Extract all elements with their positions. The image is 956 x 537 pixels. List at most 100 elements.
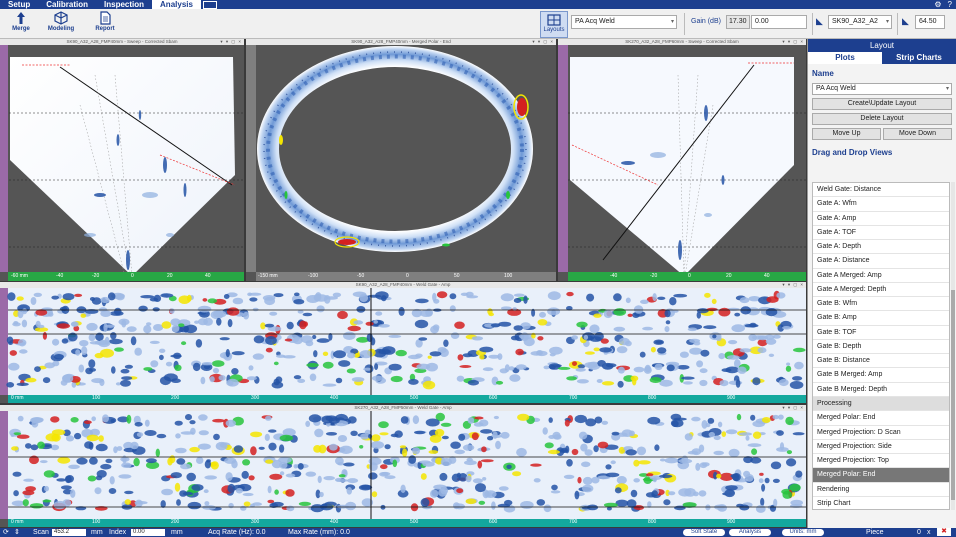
strip-scan-2[interactable]: [0, 411, 806, 519]
texture-blob: [578, 431, 588, 440]
texture-blob: [9, 350, 17, 356]
move-down-button[interactable]: Move Down: [883, 128, 952, 140]
list-item[interactable]: Rendering: [813, 483, 949, 497]
units-badge[interactable]: Units: mm: [782, 529, 824, 536]
views-list[interactable]: Weld Gate: Distance Gate A: Wfm Gate A: Am…: [812, 182, 950, 510]
strip-scan-1[interactable]: [0, 288, 806, 395]
list-item[interactable]: Gate B Merged: Depth: [813, 383, 949, 397]
texture-blob: [586, 293, 595, 302]
layout-name-select[interactable]: PA Acq Weld ▾: [812, 83, 952, 95]
scan-axis-icon[interactable]: ⇕: [14, 528, 20, 537]
gear-icon[interactable]: ⚙: [934, 0, 941, 9]
list-item[interactable]: Gate A Merged: Depth: [813, 283, 949, 298]
layout-select[interactable]: PA Acq Weld ▾: [571, 15, 677, 29]
views-list-scrollbar[interactable]: [951, 182, 955, 510]
view-sector-left[interactable]: SK90_A32_A28_FMP40mm - Sweep - Corrected…: [0, 39, 244, 281]
tick-label: 100: [92, 395, 101, 401]
texture-blob: [698, 490, 707, 497]
tab-setup[interactable]: Setup: [0, 0, 38, 9]
list-item[interactable]: Gate A Merged: Amp: [813, 269, 949, 283]
tick-label: -20: [650, 273, 658, 279]
scan-field[interactable]: 453.2: [52, 529, 86, 536]
delete-layout-button[interactable]: Delete Layout: [812, 113, 952, 125]
list-item[interactable]: Merged Projection: D Scan: [813, 426, 949, 440]
help-icon[interactable]: ?: [948, 0, 952, 9]
list-item[interactable]: Gate A: Wfm: [813, 197, 949, 212]
polar-scan[interactable]: [246, 45, 556, 281]
move-up-button[interactable]: Move Up: [812, 128, 881, 140]
merge-button[interactable]: Merge: [4, 11, 38, 38]
texture-blob: [691, 416, 701, 422]
create-update-layout-button[interactable]: Create\Update Layout: [812, 98, 952, 110]
list-item[interactable]: Gate B: Depth: [813, 340, 949, 355]
list-section-header: Processing: [813, 396, 949, 412]
tab-plots[interactable]: Plots: [808, 52, 882, 64]
texture-blob: [398, 306, 405, 316]
list-item[interactable]: Gate A: TOF: [813, 226, 949, 241]
list-item[interactable]: Merged Polar: End: [813, 411, 949, 426]
texture-blob: [120, 379, 131, 387]
list-item[interactable]: Weld Gate: Distance: [813, 183, 949, 198]
tab-analysis[interactable]: Analysis: [152, 0, 201, 9]
modeling-button[interactable]: Modeling: [44, 11, 78, 38]
texture-blob: [265, 459, 274, 464]
texture-blob: [347, 416, 357, 424]
texture-blob: [491, 501, 496, 510]
sector-scan-left[interactable]: [0, 45, 244, 281]
scan-ruler[interactable]: [8, 519, 806, 527]
tab-strip-charts[interactable]: Strip Charts: [882, 52, 956, 64]
list-item[interactable]: Merged Polar: End: [813, 468, 949, 483]
texture-blob: [407, 354, 421, 360]
texture-blob: [8, 341, 13, 345]
report-button[interactable]: Report: [88, 11, 122, 38]
strip-chart-2[interactable]: SK270_A32_A28_FMP50mm - Weld Gate - Amp …: [0, 405, 806, 527]
list-item[interactable]: Gate A: Depth: [813, 240, 949, 255]
list-item[interactable]: Gate A: Amp: [813, 212, 949, 226]
index-ruler[interactable]: [568, 272, 806, 281]
probe-select[interactable]: SK90_A32_A2 ▾: [828, 15, 892, 29]
list-item[interactable]: Strip Chart: [813, 497, 949, 509]
scrollbar-thumb[interactable]: [951, 290, 955, 500]
texture-blob: [298, 501, 311, 506]
texture-blob: [12, 471, 22, 477]
sector-scan-right[interactable]: [558, 45, 806, 281]
texture-blob: [332, 292, 342, 298]
tab-calibration[interactable]: Calibration: [38, 0, 96, 9]
texture-blob: [500, 293, 514, 302]
texture-blob: [186, 294, 192, 302]
texture-blob: [425, 418, 440, 427]
index-field[interactable]: 0.00: [131, 529, 165, 536]
layout-grid-icon: [547, 14, 561, 26]
list-item[interactable]: Gate A: Distance: [813, 254, 949, 269]
close-icon[interactable]: ✖: [937, 528, 951, 536]
angle-field[interactable]: 64.50: [915, 15, 945, 29]
list-item[interactable]: Gate B Merged: Amp: [813, 368, 949, 383]
name-label: Name: [812, 69, 834, 78]
status-bar: ⟳ ⇕ Scan 453.2 mm Index 0.00 mm Acq Rate…: [0, 528, 956, 537]
layout-toggle-icon[interactable]: [202, 0, 217, 9]
divider: [897, 13, 898, 35]
texture-blob: [40, 460, 48, 464]
list-item[interactable]: Merged Projection: Side: [813, 440, 949, 455]
texture-blob: [258, 446, 265, 450]
tick-label: -60 mm: [11, 273, 28, 279]
texture-blob: [652, 293, 657, 302]
strip-chart-1[interactable]: SK90_A32_A28_FMP40mm - Weld Gate - Amp ▾…: [0, 282, 806, 403]
texture-blob: [627, 313, 633, 317]
gain-offset-field[interactable]: 0.00: [751, 15, 807, 29]
view-sector-right[interactable]: SK270_A32_A28_FMP60mm - Sweep - Correcte…: [558, 39, 806, 281]
tick-label: 40: [764, 273, 770, 279]
texture-blob: [126, 414, 132, 424]
scan-ruler[interactable]: [8, 395, 806, 403]
texture-blob: [640, 299, 649, 304]
list-item[interactable]: Gate B: Wfm: [813, 297, 949, 312]
refresh-icon[interactable]: ⟳: [3, 528, 9, 537]
texture-blob: [186, 472, 196, 482]
list-item[interactable]: Gate B: Distance: [813, 354, 949, 369]
layouts-button[interactable]: Layouts: [540, 11, 568, 38]
list-item[interactable]: Gate B: TOF: [813, 326, 949, 340]
list-item[interactable]: Gate B: Amp: [813, 311, 949, 326]
tab-inspection[interactable]: Inspection: [96, 0, 152, 9]
list-item[interactable]: Merged Projection: Top: [813, 454, 949, 469]
view-merged-polar[interactable]: SK90_A32_A28_FMP40mm - Merged Polar - En…: [246, 39, 556, 281]
